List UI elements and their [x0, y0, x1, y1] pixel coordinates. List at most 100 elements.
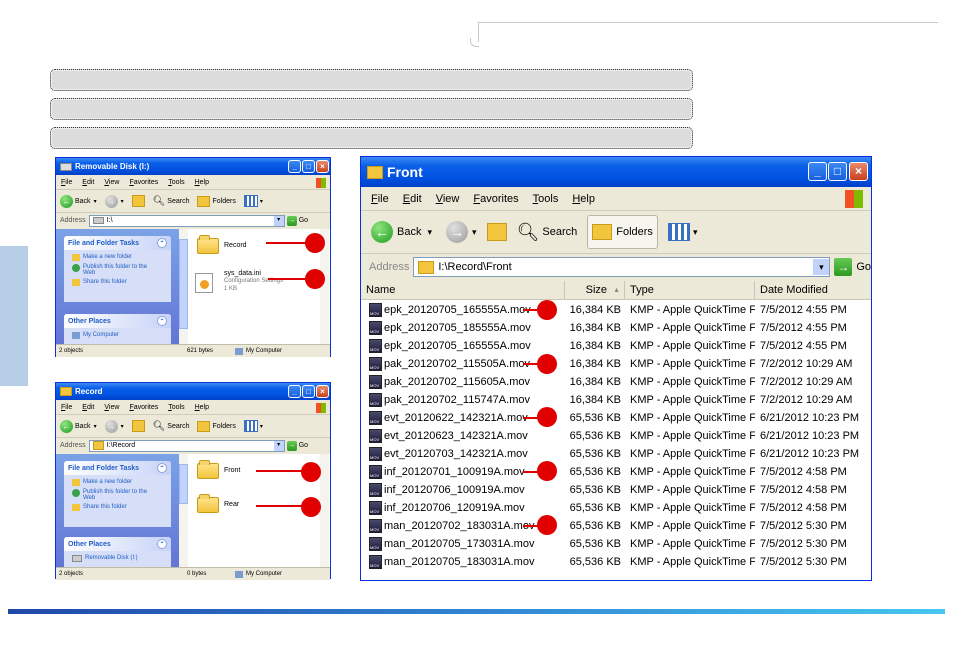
file-row[interactable]: evt_20120623_142321A.mov 65,536 KB KMP - A… [361, 427, 871, 445]
go-arrow-icon[interactable]: → [286, 215, 297, 226]
go-label[interactable]: Go [299, 217, 308, 224]
menu-favorites[interactable]: Favorites [473, 193, 518, 205]
file-row[interactable]: evt_20120703_142321A.mov 65,536 KB KMP - A… [361, 445, 871, 463]
task-pane-scrollbar[interactable] [179, 229, 188, 344]
go-label[interactable]: Go [299, 442, 308, 449]
back-button[interactable]: ← Back ▾ [60, 194, 97, 208]
address-dropdown-icon[interactable]: ▾ [273, 215, 284, 226]
menu-view[interactable]: View [104, 179, 119, 186]
close-button[interactable]: × [316, 160, 329, 173]
address-input[interactable]: I:\ ▾ [88, 214, 285, 227]
up-button[interactable] [131, 420, 145, 432]
item-record-label[interactable]: Record [224, 242, 247, 249]
go-arrow-icon[interactable]: → [834, 258, 853, 276]
close-button[interactable]: × [849, 162, 868, 181]
column-date[interactable]: Date Modified [755, 281, 871, 299]
forward-button[interactable]: → ▾ [446, 221, 477, 243]
menu-favorites[interactable]: Favorites [129, 404, 158, 411]
menu-tools[interactable]: Tools [168, 179, 184, 186]
address-input[interactable]: I:\Record ▾ [88, 439, 285, 452]
file-row[interactable]: epk_20120705_165555A.mov 16,384 KB KMP - A… [361, 337, 871, 355]
file-row[interactable]: inf_20120706_120919A.mov 65,536 KB KMP - A… [361, 499, 871, 517]
forward-button[interactable]: → ▾ [104, 419, 124, 433]
menu-help[interactable]: Help [195, 404, 209, 411]
menu-tools[interactable]: Tools [533, 193, 559, 205]
menu-edit[interactable]: Edit [403, 193, 422, 205]
folders-button[interactable]: Folders [197, 195, 236, 207]
address-input[interactable]: I:\Record\Front ▾ [413, 257, 831, 277]
file-row[interactable]: epk_20120705_165555A.mov 16,384 KB KMP - A… [361, 301, 871, 319]
go-arrow-icon[interactable]: → [286, 440, 297, 451]
menu-edit[interactable]: Edit [82, 404, 94, 411]
task-new-folder[interactable]: Make a new folder [72, 479, 171, 486]
file-row[interactable]: inf_20120701_100919A.mov 65,536 KB KMP - A… [361, 463, 871, 481]
file-row[interactable]: evt_20120622_142321A.mov 65,536 KB KMP - A… [361, 409, 871, 427]
task-header[interactable]: File and Folder Tasks ⌃ [64, 461, 171, 475]
menu-file[interactable]: File [371, 193, 389, 205]
task-share[interactable]: Share this folder [72, 279, 171, 286]
menu-view[interactable]: View [436, 193, 460, 205]
file-row[interactable]: pak_20120702_115505A.mov 16,384 KB KMP - A… [361, 355, 871, 373]
collapse-chevron-icon[interactable]: ⌃ [157, 316, 167, 326]
menu-file[interactable]: File [61, 404, 72, 411]
task-new-folder[interactable]: Make a new folder [72, 254, 171, 261]
views-button[interactable]: ▾ [243, 195, 263, 207]
menu-help[interactable]: Help [195, 179, 209, 186]
task-publish[interactable]: Publish this folder to the Web [72, 489, 152, 501]
places-header[interactable]: Other Places ⌃ [64, 314, 171, 328]
item-rear-label[interactable]: Rear [224, 501, 239, 508]
file-row[interactable]: man_20120702_183031A.mov 65,536 KB KMP - A… [361, 517, 871, 535]
menu-tools[interactable]: Tools [168, 404, 184, 411]
place-my-computer[interactable]: My Computer [72, 332, 171, 339]
address-dropdown-icon[interactable]: ▾ [273, 440, 284, 451]
file-row[interactable]: man_20120705_183031A.mov 65,536 KB KMP - A… [361, 553, 871, 571]
go-label[interactable]: Go [856, 261, 871, 273]
folder-icon[interactable] [197, 494, 219, 513]
column-size[interactable]: Size ▲ [565, 281, 625, 299]
minimize-button[interactable]: _ [288, 385, 301, 398]
task-publish[interactable]: Publish this folder to the Web [72, 264, 152, 276]
place-removable-disk[interactable]: Removable Disk (I:) [72, 555, 171, 562]
minimize-button[interactable]: _ [288, 160, 301, 173]
collapse-chevron-icon[interactable]: ⌃ [157, 539, 167, 549]
file-row[interactable]: pak_20120702_115605A.mov 16,384 KB KMP - A… [361, 373, 871, 391]
menu-view[interactable]: View [104, 404, 119, 411]
close-button[interactable]: × [316, 385, 329, 398]
item-front-label[interactable]: Front [224, 467, 240, 474]
maximize-button[interactable]: □ [302, 385, 315, 398]
menu-edit[interactable]: Edit [82, 179, 94, 186]
address-dropdown-icon[interactable]: ▾ [813, 259, 830, 275]
collapse-chevron-icon[interactable]: ⌃ [157, 238, 167, 248]
folders-button[interactable]: Folders [587, 215, 658, 249]
up-button[interactable] [131, 195, 145, 207]
back-button[interactable]: ← Back ▾ [60, 419, 97, 433]
file-row[interactable]: inf_20120706_100919A.mov 65,536 KB KMP - A… [361, 481, 871, 499]
search-button[interactable]: 🔍︎ Search [517, 222, 578, 243]
views-button[interactable]: ▾ [667, 223, 697, 241]
forward-button[interactable]: → ▾ [104, 194, 124, 208]
content-scrollbar[interactable] [320, 454, 329, 567]
views-button[interactable]: ▾ [243, 420, 263, 432]
menu-help[interactable]: Help [572, 193, 595, 205]
file-row[interactable]: man_20120705_173031A.mov 65,536 KB KMP - A… [361, 535, 871, 553]
folder-icon[interactable] [197, 460, 219, 479]
task-header[interactable]: File and Folder Tasks ⌃ [64, 236, 171, 250]
column-name[interactable]: Name [361, 281, 565, 299]
menu-favorites[interactable]: Favorites [129, 179, 158, 186]
places-header[interactable]: Other Places ⌃ [64, 537, 171, 551]
file-row[interactable]: epk_20120705_185555A.mov 16,384 KB KMP - A… [361, 319, 871, 337]
folders-button[interactable]: Folders [197, 420, 236, 432]
search-button[interactable]: 🔍︎ Search [153, 421, 190, 432]
ini-file-icon[interactable] [195, 273, 213, 293]
collapse-chevron-icon[interactable]: ⌃ [157, 463, 167, 473]
column-type[interactable]: Type [625, 281, 755, 299]
maximize-button[interactable]: □ [302, 160, 315, 173]
task-pane-scrollbar[interactable] [179, 454, 188, 567]
item-sysdata-label[interactable]: sys_data.ini [224, 270, 261, 277]
minimize-button[interactable]: _ [808, 162, 827, 181]
back-button[interactable]: ← Back ▾ [371, 221, 432, 243]
search-button[interactable]: 🔍︎ Search [153, 196, 190, 207]
task-share[interactable]: Share this folder [72, 504, 171, 511]
maximize-button[interactable]: □ [828, 162, 847, 181]
up-button[interactable] [486, 223, 507, 241]
